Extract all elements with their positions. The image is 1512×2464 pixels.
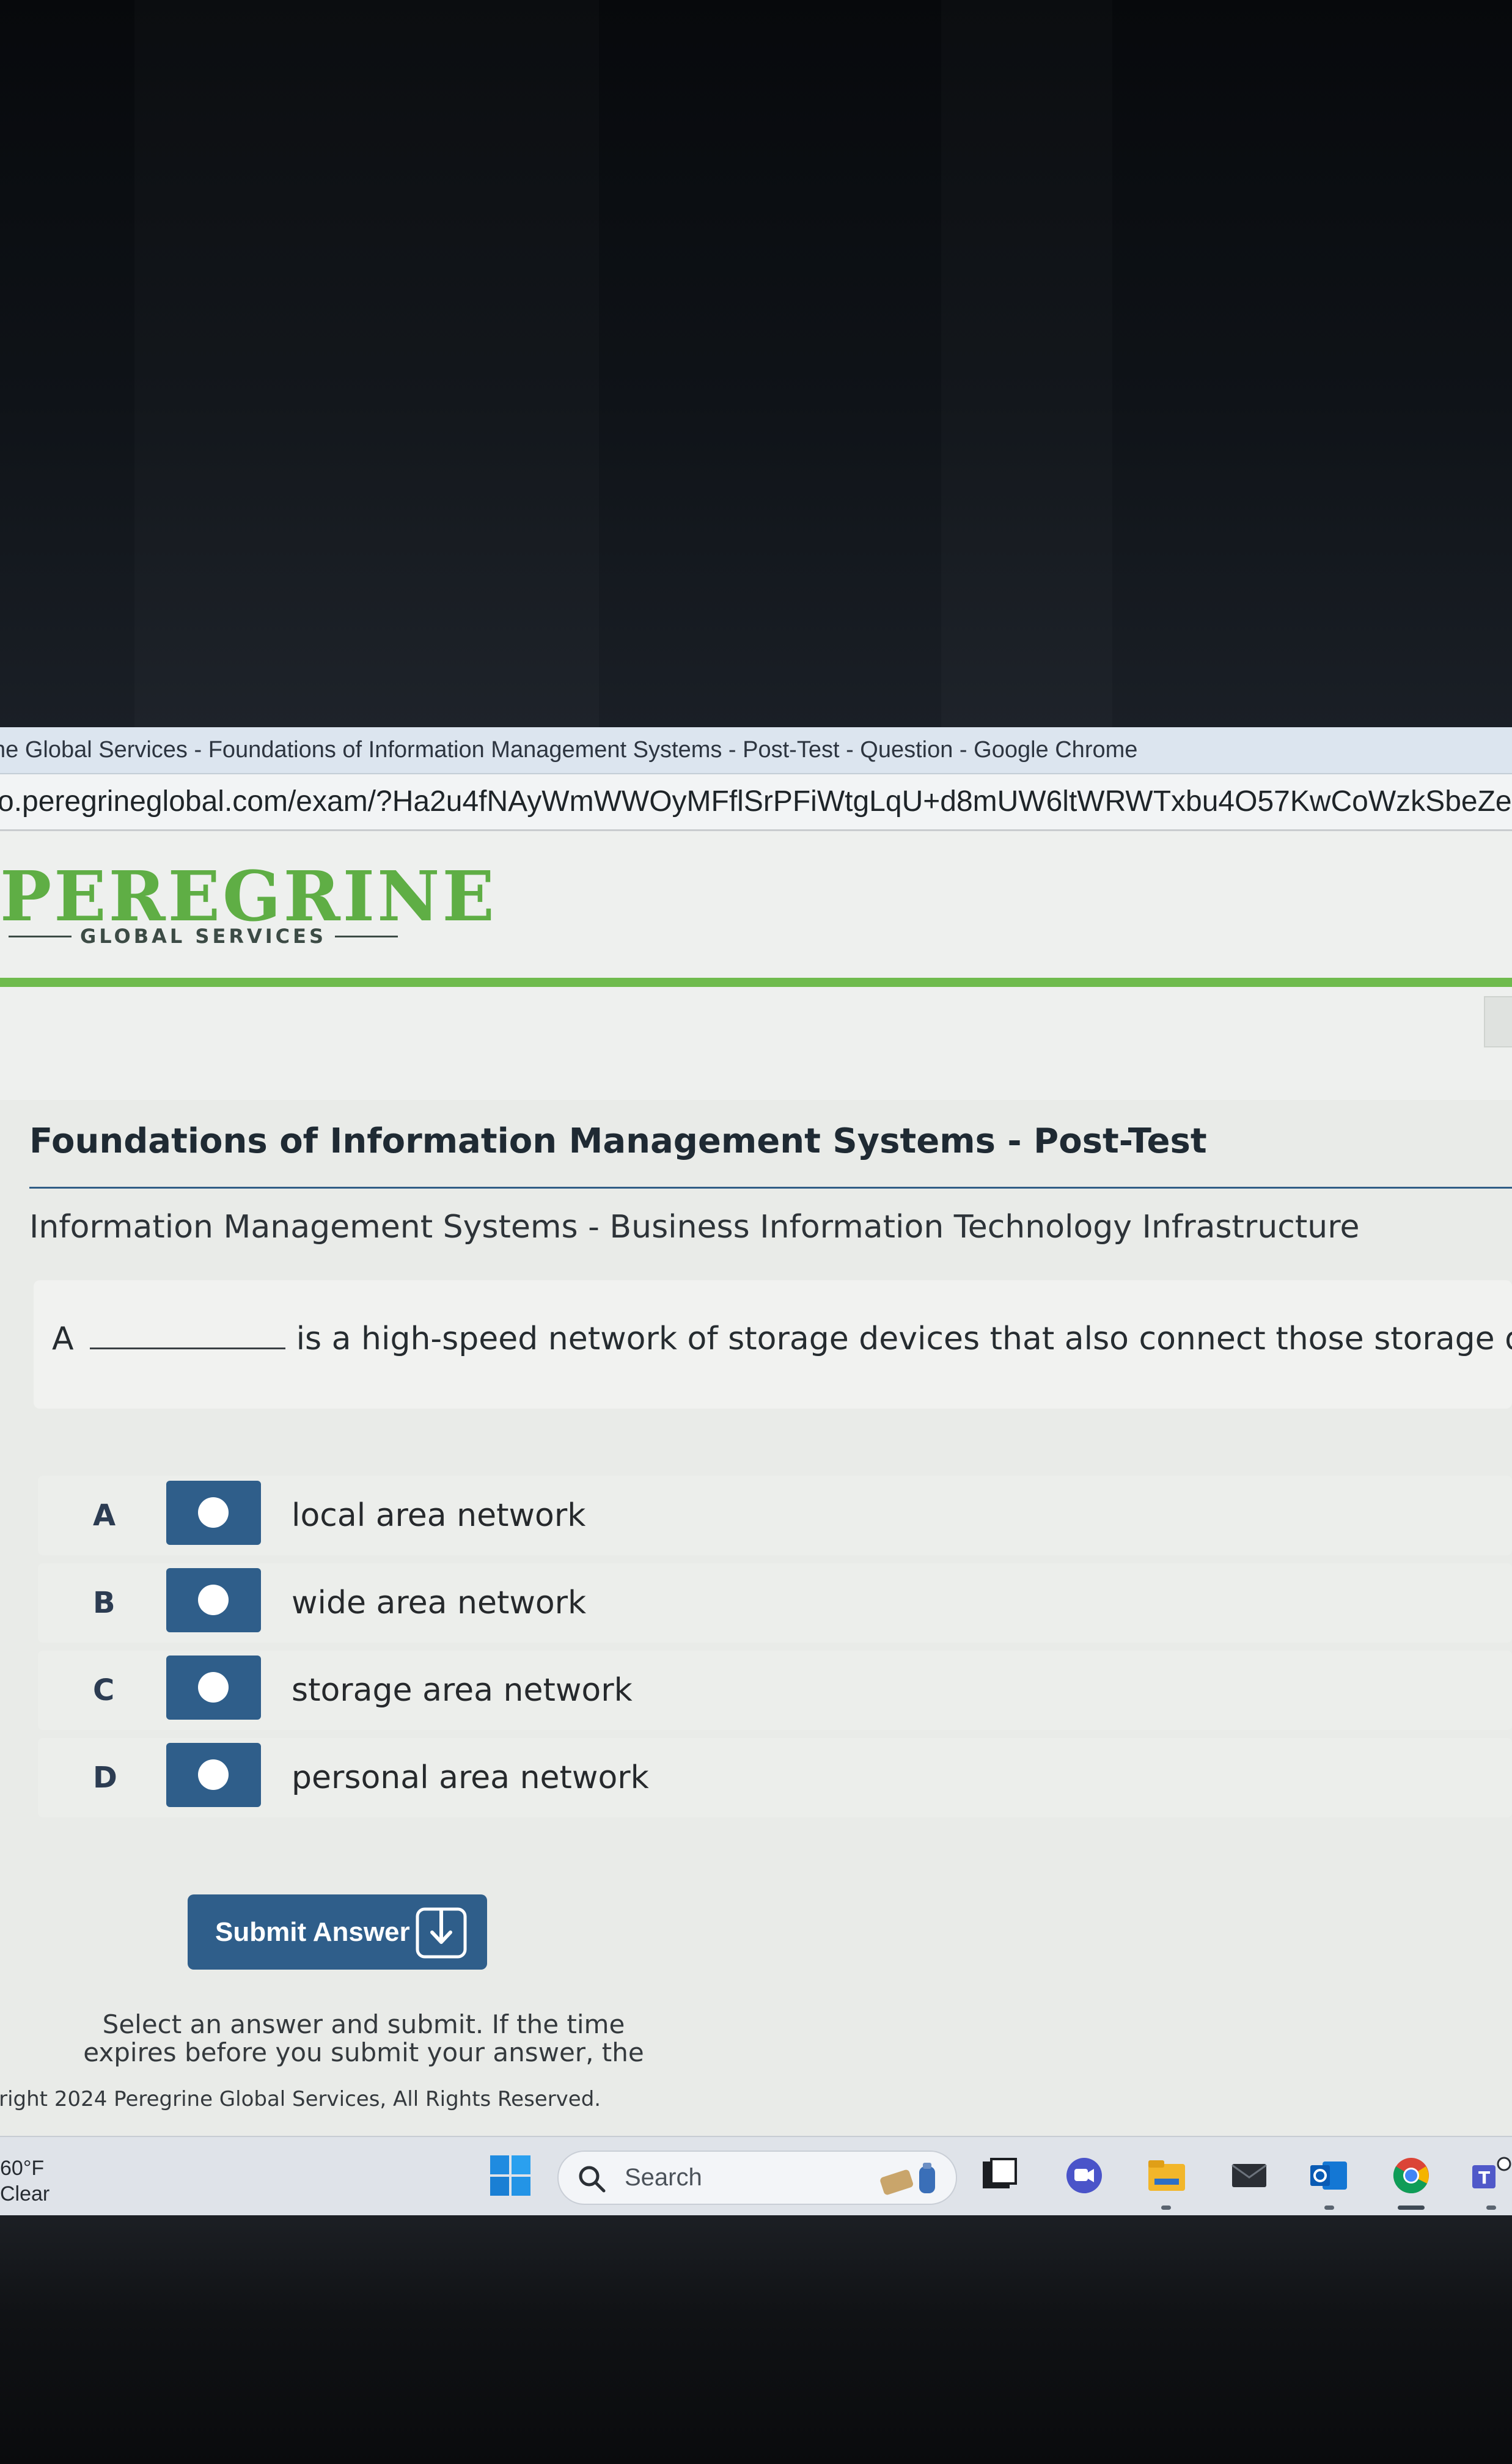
address-bar[interactable]: o.peregrineglobal.com/exam/?Ha2u4fNAyWmW…	[0, 774, 1512, 831]
choice-d[interactable]: D personal area network	[38, 1738, 1512, 1817]
logo-tagline: GLOBAL SERVICES	[0, 924, 406, 948]
teams-chat-icon[interactable]	[1063, 2157, 1105, 2194]
header-accent-bar	[0, 978, 1512, 987]
taskbar-search[interactable]: Search	[557, 2150, 957, 2205]
page-title: Foundations of Information Management Sy…	[29, 1121, 1207, 1161]
question-body: is a high-speed network of storage devic…	[296, 1321, 1512, 1357]
outlook-icon[interactable]	[1308, 2157, 1349, 2194]
window-title: ne Global Services - Foundations of Info…	[0, 737, 1138, 763]
question-box: Ais a high-speed network of storage devi…	[34, 1280, 1512, 1409]
choice-label[interactable]: storage area network	[292, 1651, 633, 1730]
submit-answer-button[interactable]: Submit Answer	[188, 1894, 487, 1970]
submit-instructions: Select an answer and submit. If the time…	[49, 2011, 678, 2067]
radio-dot	[198, 1585, 229, 1615]
active-app-indicator	[1398, 2206, 1425, 2210]
weather-widget[interactable]: 60°F Clear	[0, 2155, 50, 2207]
notice-line-1: Select an answer and submit. If the time	[102, 2009, 625, 2039]
download-arrow-icon	[416, 1907, 467, 1959]
question-text: Ais a high-speed network of storage devi…	[52, 1318, 1512, 1357]
copyright-text: yright 2024 Peregrine Global Services, A…	[0, 2087, 601, 2111]
choice-letter: B	[93, 1586, 116, 1620]
choice-b[interactable]: B wide area network	[38, 1563, 1512, 1643]
radio-button[interactable]	[166, 1568, 261, 1632]
notice-line-2: expires before you submit your answer, t…	[83, 2037, 644, 2067]
choice-letter: C	[93, 1673, 115, 1707]
window-titlebar: ne Global Services - Foundations of Info…	[0, 727, 1512, 774]
photo-backdrop	[0, 0, 1512, 727]
weather-condition: Clear	[0, 2182, 50, 2206]
choice-label[interactable]: local area network	[292, 1476, 585, 1555]
side-tab[interactable]	[1484, 996, 1512, 1047]
radio-dot	[198, 1672, 229, 1703]
answer-blank	[89, 1318, 285, 1349]
page-subtitle: Information Management Systems - Busines…	[29, 1209, 1360, 1245]
choice-letter: A	[93, 1498, 116, 1533]
site-header: PEREGRINE GLOBAL SERVICES	[0, 831, 1512, 1100]
radio-dot	[198, 1497, 229, 1528]
browser-window: ne Global Services - Foundations of Info…	[0, 727, 1512, 2215]
peregrine-logo[interactable]: PEREGRINE	[0, 863, 497, 931]
submit-label: Submit Answer	[215, 1917, 410, 1947]
radio-button[interactable]	[166, 1481, 261, 1545]
running-indicator	[1324, 2206, 1334, 2210]
question-prefix: A	[52, 1321, 74, 1357]
search-placeholder: Search	[625, 2164, 702, 2191]
svg-text:T: T	[1478, 2168, 1490, 2188]
windows-start-icon[interactable]	[489, 2154, 532, 2197]
search-highlight-icon	[880, 2163, 935, 2195]
radio-dot	[198, 1759, 229, 1790]
file-explorer-icon[interactable]	[1146, 2157, 1187, 2194]
answer-choices: A local area network B wide area network…	[38, 1476, 1512, 1825]
tagline-rule-right	[335, 935, 398, 937]
chrome-icon[interactable]	[1390, 2157, 1432, 2194]
monitor-bezel	[0, 2215, 1512, 2464]
backdrop-panel	[134, 0, 599, 727]
weather-temp: 60°F	[0, 2157, 45, 2180]
title-divider	[29, 1187, 1512, 1189]
choice-label[interactable]: wide area network	[292, 1563, 586, 1643]
tagline-text: GLOBAL SERVICES	[80, 925, 327, 948]
backdrop-panel	[941, 0, 1112, 727]
url-text[interactable]: o.peregrineglobal.com/exam/?Ha2u4fNAyWmW…	[0, 774, 1512, 829]
choice-letter: D	[93, 1761, 117, 1795]
teams-icon[interactable]: T	[1470, 2157, 1511, 2194]
running-indicator	[1161, 2206, 1171, 2210]
choice-a[interactable]: A local area network	[38, 1476, 1512, 1555]
windows-taskbar: 60°F Clear Search T	[0, 2136, 1512, 2215]
radio-button[interactable]	[166, 1743, 261, 1807]
task-view-icon[interactable]	[978, 2157, 1019, 2194]
running-indicator	[1486, 2206, 1496, 2210]
radio-button[interactable]	[166, 1656, 261, 1720]
mail-icon[interactable]	[1228, 2157, 1270, 2194]
choice-label[interactable]: personal area network	[292, 1738, 649, 1817]
tagline-rule-left	[9, 935, 72, 937]
choice-c[interactable]: C storage area network	[38, 1651, 1512, 1730]
search-icon	[579, 2166, 606, 2193]
